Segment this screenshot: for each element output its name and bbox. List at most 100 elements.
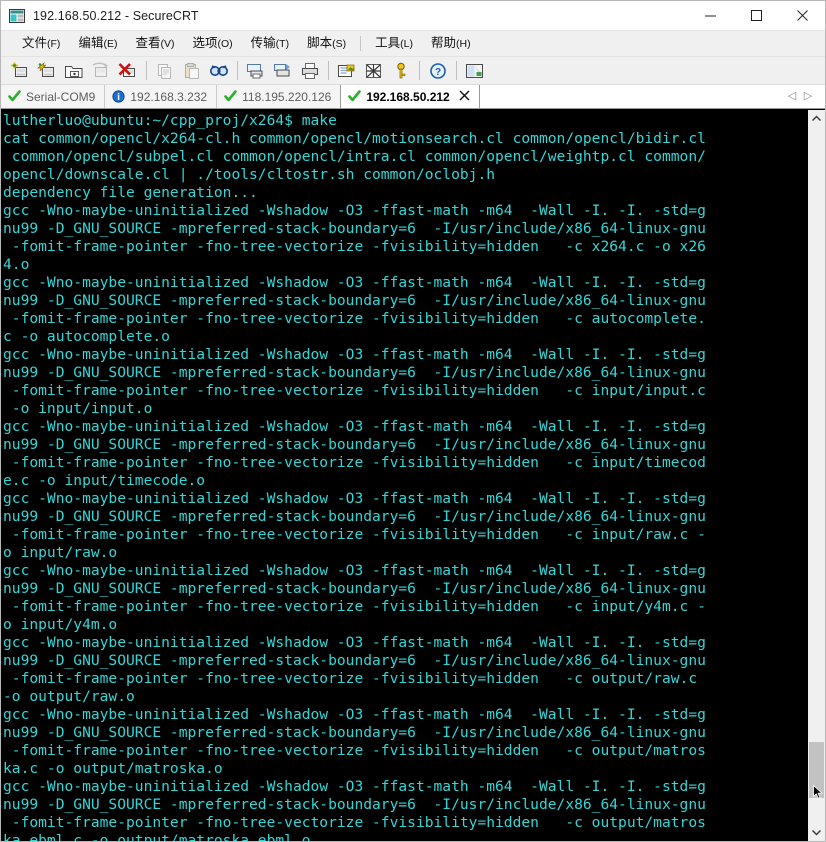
menu-transfer[interactable]: 传输(T)	[242, 34, 298, 54]
menu-edit[interactable]: 编辑(E)	[69, 34, 126, 54]
securecrt-icon	[9, 8, 25, 24]
menu-file[interactable]: 文件(F)	[13, 34, 69, 54]
tab-bar-filler	[479, 85, 784, 108]
tab-close-icon[interactable]	[459, 90, 470, 103]
menu-script-label: 脚本	[307, 35, 333, 50]
info-icon	[112, 90, 125, 103]
terminal-line: opencl/downscale.cl | ./tools/cltostr.sh…	[3, 166, 496, 183]
tab-label: 118.195.220.126	[242, 89, 332, 104]
terminal-line: nu99 -D_GNU_SOURCE -mpreferred-stack-bou…	[3, 724, 706, 741]
tab-118-195-220-126[interactable]: 118.195.220.126	[217, 85, 342, 108]
terminal-line: gcc -Wno-maybe-uninitialized -Wshadow -O…	[3, 346, 706, 363]
check-icon	[8, 90, 21, 103]
menu-options-accel: (O)	[217, 37, 233, 50]
toggle-raw-icon[interactable]	[361, 59, 386, 83]
tab-scroll-right-icon[interactable]: ▷	[800, 91, 816, 102]
title-bar: 192.168.50.212 - SecureCRT	[1, 1, 825, 31]
securecrt-window: 192.168.50.212 - SecureCRT 文件(F) 编辑(E) 查…	[0, 0, 826, 842]
menu-transfer-label: 传输	[250, 35, 276, 50]
terminal-area: lutherluo@ubuntu:~/cpp_proj/x264$ make ca…	[1, 109, 825, 841]
quick-connect-icon[interactable]	[34, 59, 59, 83]
terminal-output[interactable]: lutherluo@ubuntu:~/cpp_proj/x264$ make ca…	[1, 110, 807, 841]
terminal-line: nu99 -D_GNU_SOURCE -mpreferred-stack-bou…	[3, 364, 706, 381]
menu-view-label: 查看	[135, 35, 161, 50]
terminal-line: gcc -Wno-maybe-uninitialized -Wshadow -O…	[3, 490, 706, 507]
terminal-line: gcc -Wno-maybe-uninitialized -Wshadow -O…	[3, 202, 706, 219]
tab-192-168-3-232[interactable]: 192.168.3.232	[105, 85, 218, 108]
menu-bar: 文件(F) 编辑(E) 查看(V) 选项(O) 传输(T) 脚本(S) 工具(L…	[1, 31, 825, 57]
help-icon[interactable]: ?	[425, 59, 450, 83]
terminal-line: -fomit-frame-pointer -fno-tree-vectorize…	[3, 454, 706, 471]
terminal-line: -fomit-frame-pointer -fno-tree-vectorize…	[3, 598, 706, 615]
tab-192-168-50-212[interactable]: 192.168.50.212	[340, 85, 480, 108]
connect-in-tab-icon[interactable]	[61, 59, 86, 83]
terminal-line: -o input/input.o	[3, 400, 153, 417]
menu-file-accel: (F)	[47, 37, 61, 50]
terminal-line: dependency file generation...	[3, 184, 258, 201]
menu-file-label: 文件	[22, 35, 48, 50]
log-session-icon[interactable]	[270, 59, 295, 83]
scroll-down-button[interactable]	[808, 824, 825, 841]
check-icon	[224, 90, 237, 103]
terminal-line: -fomit-frame-pointer -fno-tree-vectorize…	[3, 238, 706, 255]
print-icon[interactable]	[297, 59, 322, 83]
scroll-up-button[interactable]	[808, 110, 825, 127]
menu-separator	[360, 36, 362, 51]
tab-scroll-left-icon[interactable]: ◁	[784, 91, 800, 102]
terminal-line: nu99 -D_GNU_SOURCE -mpreferred-stack-bou…	[3, 436, 706, 453]
terminal-line: -fomit-frame-pointer -fno-tree-vectorize…	[3, 526, 706, 543]
tab-label: 192.168.50.212	[366, 89, 450, 104]
reconnect-icon[interactable]	[88, 59, 113, 83]
tab-serial-com9[interactable]: Serial-COM9	[1, 85, 106, 108]
menu-tools[interactable]: 工具(L)	[366, 34, 422, 54]
session-options-icon[interactable]	[334, 59, 359, 83]
menu-options[interactable]: 选项(O)	[183, 34, 241, 54]
terminal-line: -fomit-frame-pointer -fno-tree-vectorize…	[3, 310, 706, 327]
terminal-line: ka_ebml.c -o output/matroska_ebml.o	[3, 832, 311, 841]
paste-icon[interactable]	[179, 59, 204, 83]
terminal-line: nu99 -D_GNU_SOURCE -mpreferred-stack-bou…	[3, 652, 706, 669]
toolbar-separator-5	[456, 61, 457, 80]
maximize-button[interactable]	[733, 2, 779, 30]
terminal-line: e.c -o input/timecode.o	[3, 472, 206, 489]
mouse-cursor-icon	[813, 784, 824, 800]
menu-view[interactable]: 查看(V)	[126, 34, 183, 54]
menu-transfer-accel: (T)	[275, 37, 290, 50]
check-icon	[348, 90, 362, 103]
terminal-line: -fomit-frame-pointer -fno-tree-vectorize…	[3, 814, 706, 831]
session-manager-icon[interactable]	[462, 59, 487, 83]
svg-text:?: ?	[434, 67, 440, 78]
key-icon[interactable]	[388, 59, 413, 83]
terminal-line: c -o autocomplete.o	[3, 328, 170, 345]
copy-icon[interactable]	[152, 59, 177, 83]
terminal-line: 4.o	[3, 256, 30, 273]
menu-script[interactable]: 脚本(S)	[298, 34, 355, 54]
tab-bar: Serial-COM9 192.168.3.232 118.195.220.12…	[1, 85, 825, 109]
new-session-icon[interactable]	[7, 59, 32, 83]
print-screen-icon[interactable]	[243, 59, 268, 83]
terminal-line: -fomit-frame-pointer -fno-tree-vectorize…	[3, 382, 706, 399]
disconnect-icon[interactable]	[115, 59, 140, 83]
terminal-line: gcc -Wno-maybe-uninitialized -Wshadow -O…	[3, 418, 706, 435]
menu-tools-label: 工具	[375, 35, 401, 50]
menu-help-label: 帮助	[430, 35, 456, 50]
terminal-line: -fomit-frame-pointer -fno-tree-vectorize…	[3, 742, 706, 759]
terminal-line: nu99 -D_GNU_SOURCE -mpreferred-stack-bou…	[3, 580, 706, 597]
terminal-line: nu99 -D_GNU_SOURCE -mpreferred-stack-bou…	[3, 508, 706, 525]
close-button[interactable]	[779, 2, 825, 30]
terminal-line: gcc -Wno-maybe-uninitialized -Wshadow -O…	[3, 634, 706, 651]
scrollbar-track[interactable]	[808, 127, 825, 824]
terminal-line: o input/y4m.o	[3, 616, 118, 633]
menu-script-accel: (S)	[332, 37, 347, 50]
terminal-line: -o output/raw.o	[3, 688, 135, 705]
menu-view-accel: (V)	[160, 37, 175, 50]
menu-help-accel: (H)	[455, 37, 471, 50]
terminal-line: gcc -Wno-maybe-uninitialized -Wshadow -O…	[3, 274, 706, 291]
terminal-scrollbar[interactable]	[807, 110, 825, 841]
find-icon[interactable]	[206, 59, 231, 83]
toolbar-separator-4	[419, 61, 420, 80]
terminal-line: cat common/opencl/x264-cl.h common/openc…	[3, 130, 706, 147]
menu-help[interactable]: 帮助(H)	[422, 34, 480, 54]
window-title: 192.168.50.212 - SecureCRT	[33, 8, 199, 23]
minimize-button[interactable]	[687, 2, 733, 30]
